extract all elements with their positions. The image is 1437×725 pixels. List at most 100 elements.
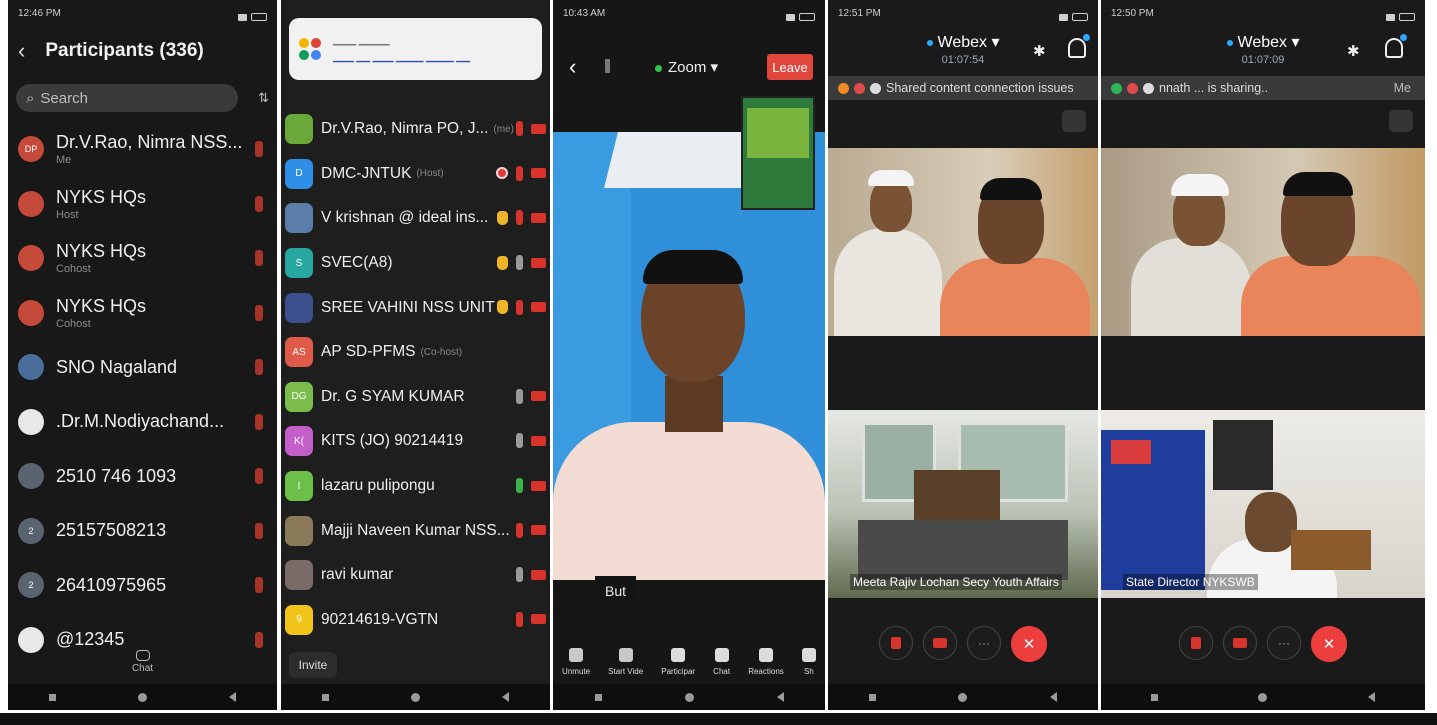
invite-button[interactable]: Invite [289, 652, 337, 678]
system-nav-bar [281, 684, 550, 710]
participant-row[interactable]: D DMC-JNTUK (Host) [281, 152, 550, 197]
meeting-title[interactable]: Webex ▾ 01:07:54 [828, 32, 1098, 66]
video-button[interactable] [923, 626, 957, 660]
video-off-icon [531, 391, 546, 402]
home-icon[interactable] [958, 692, 968, 702]
participant-row[interactable]: 2510 746 1093 [8, 449, 277, 504]
person-shirt [1241, 256, 1421, 336]
participant-name: SNO Nagaland [56, 356, 178, 377]
more-button[interactable]: ··· [1267, 626, 1301, 660]
participant-row[interactable]: NYKS HQs Cohost [8, 231, 277, 286]
person-shirt [1131, 238, 1251, 336]
bluetooth-icon[interactable]: ✱ [1347, 42, 1360, 60]
participant-row[interactable]: Dr.V.Rao, Nimra PO, J... (me) [281, 107, 550, 152]
back-icon[interactable] [229, 692, 236, 702]
banner-text: nnath ... is sharing.. [1159, 81, 1269, 95]
back-arrow-icon[interactable]: ‹ [569, 54, 576, 80]
mic-icon [569, 648, 584, 662]
home-icon[interactable] [411, 692, 420, 702]
video-tile-2[interactable]: Meeta Rajiv Lochan Secy Youth Affairs [828, 410, 1098, 598]
person-hair [1283, 172, 1353, 196]
window-shape [1213, 420, 1273, 490]
participant-row[interactable]: 9 90214619-VGTN [281, 598, 550, 643]
mute-button[interactable] [879, 626, 913, 660]
layout-icon[interactable] [1062, 110, 1086, 132]
participant-role: Cohost [56, 317, 91, 330]
sort-icon[interactable]: ⇅ [258, 90, 269, 106]
participant-status-icons [516, 478, 546, 494]
self-view-thumbnail[interactable] [741, 96, 815, 210]
recording-icon [496, 167, 508, 180]
participant-row[interactable]: AS AP SD-PFMS (Co-host) [281, 330, 550, 375]
meeting-timer: 01:07:09 [1241, 54, 1285, 66]
toolbar-participants-button[interactable]: Participar [661, 648, 695, 676]
more-button[interactable]: ··· [967, 626, 1001, 660]
back-icon[interactable] [1367, 692, 1375, 702]
participant-row[interactable]: Majji Naveen Kumar NSS... [281, 508, 550, 553]
recents-icon[interactable] [1151, 693, 1159, 701]
participant-row[interactable]: 2 25157508213 [8, 504, 277, 559]
search-input[interactable]: ⌕ Search [16, 84, 238, 112]
participant-row[interactable]: SREE VAHINI NSS UNIT [281, 285, 550, 330]
participant-row[interactable]: S SVEC(A8) [281, 241, 550, 286]
app-label: Webex [937, 34, 988, 51]
status-time: 12:51 PM [838, 8, 881, 19]
bluetooth-icon[interactable]: ✱ [1033, 42, 1046, 60]
participant-row[interactable]: NYKS HQs Cohost [8, 286, 277, 341]
mic-off-icon [255, 468, 263, 485]
home-icon[interactable] [684, 692, 694, 702]
chat-label: Chat [131, 663, 154, 674]
participants-icon[interactable] [1068, 34, 1090, 58]
back-arrow-icon[interactable]: ‹ [18, 38, 25, 64]
speaker-icon[interactable] [605, 59, 619, 73]
participant-row[interactable]: ravi kumar [281, 553, 550, 598]
participant-row[interactable]: V krishnan @ ideal ins... [281, 196, 550, 241]
phone-webex-meeting-2: 12:50 PM Webex ▾ 01:07:09 ✱ nnath ... is… [1101, 0, 1425, 710]
mute-button[interactable] [1179, 626, 1213, 660]
toolbar-share-button[interactable]: Sh [801, 648, 816, 676]
recents-icon[interactable] [322, 693, 329, 701]
recents-icon[interactable] [869, 693, 877, 701]
participant-text: 25157508213 [56, 520, 166, 541]
video-tile-2[interactable]: State Director NYKSWB [1101, 410, 1425, 598]
speaker-hair [643, 250, 743, 284]
participant-role: (me) [493, 123, 514, 135]
chat-icon [714, 648, 729, 662]
back-icon[interactable] [1049, 692, 1057, 702]
participant-row[interactable]: .Dr.M.Nodiyachand... [8, 395, 277, 450]
mic-off-icon [516, 611, 523, 627]
home-icon[interactable] [138, 692, 147, 702]
toolbar-reactions-button[interactable]: Reactions [748, 648, 784, 676]
toolbar-video-off-button[interactable]: Start Vide [608, 648, 643, 676]
participant-row[interactable]: DP Dr.V.Rao, Nimra NSS... Me [8, 122, 277, 177]
meeting-title[interactable]: Webex ▾ 01:07:09 [1101, 32, 1425, 66]
signal-icon [1386, 13, 1395, 21]
mic-off-icon [255, 413, 263, 430]
person-cap [1171, 174, 1229, 196]
notification-banner[interactable]: ▁▁▁ ▁▁▁▁ ▁▁▁ ▁▁ ▁▁▁ ▁▁▁▁ ▁▁▁▁ ▁▁ [289, 18, 542, 80]
leave-button[interactable]: Leave [767, 54, 813, 80]
recents-icon[interactable] [49, 693, 56, 701]
meeting-controls: ··· ✕ [1101, 626, 1425, 670]
toolbar-chat-button[interactable]: Chat [713, 648, 730, 676]
layout-icon[interactable] [1389, 110, 1413, 132]
video-tile-1[interactable] [1101, 148, 1425, 336]
home-icon[interactable] [1258, 692, 1268, 702]
participant-row[interactable]: NYKS HQs Host [8, 177, 277, 232]
video-tile-1[interactable] [828, 148, 1098, 336]
participant-row[interactable]: K(KITS (JO) 90214419 [281, 419, 550, 464]
participant-row[interactable]: SNO Nagaland [8, 340, 277, 395]
participant-row[interactable]: DG Dr. G SYAM KUMAR [281, 375, 550, 420]
participant-row[interactable]: l lazaru pulipongu [281, 464, 550, 509]
end-call-button[interactable]: ✕ [1311, 626, 1347, 662]
participant-row[interactable]: 2 26410975965 [8, 558, 277, 613]
video-button[interactable] [1223, 626, 1257, 660]
chat-button[interactable]: Chat [8, 646, 277, 682]
toolbar-mic-button[interactable]: Unmute [562, 648, 590, 676]
participants-icon[interactable] [1385, 34, 1407, 58]
back-icon[interactable] [502, 692, 509, 702]
back-icon[interactable] [776, 692, 784, 702]
meeting-app-menu[interactable]: Zoom ▾ [655, 58, 718, 76]
recents-icon[interactable] [594, 693, 602, 701]
end-call-button[interactable]: ✕ [1011, 626, 1047, 662]
